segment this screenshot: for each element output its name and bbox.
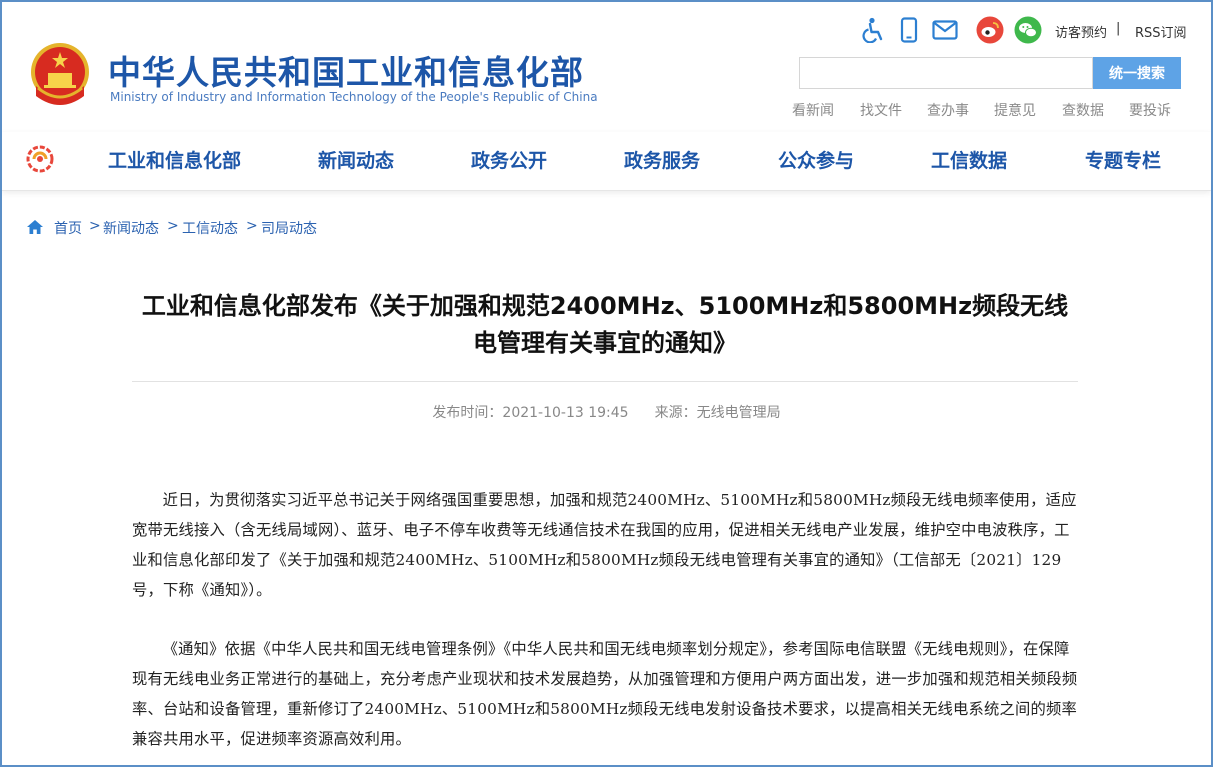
quick-link-data[interactable]: 查数据 <box>1062 100 1104 120</box>
nav-logo-icon[interactable] <box>24 142 56 174</box>
accessibility-icon[interactable] <box>859 16 887 44</box>
nav-item-news[interactable]: 新闻动态 <box>318 146 394 173</box>
nav-item-ministry[interactable]: 工业和信息化部 <box>108 146 241 173</box>
wechat-icon[interactable] <box>1014 16 1042 44</box>
browser-viewport: 中华人民共和国工业和信息化部 Ministry of Industry and … <box>0 0 1213 767</box>
national-emblem-logo[interactable] <box>26 40 94 108</box>
article-meta: 发布时间：2021-10-13 19:45 来源：无线电管理局 <box>2 402 1211 422</box>
nav-item-special-topics[interactable]: 专题专栏 <box>1085 146 1161 173</box>
breadcrumb-mi-news[interactable]: 工信动态 <box>182 218 238 238</box>
breadcrumb-separator: > <box>89 218 101 234</box>
site-subtitle: Ministry of Industry and Information Tec… <box>110 90 598 104</box>
quick-link-feedback[interactable]: 提意见 <box>994 100 1036 120</box>
breadcrumb-news[interactable]: 新闻动态 <box>103 218 159 238</box>
mobile-icon[interactable] <box>895 16 923 44</box>
quick-links: 看新闻 找文件 查办事 提意见 查数据 要投诉 <box>792 100 1192 120</box>
article-paragraph: 近日，为贯彻落实习近平总书记关于网络强国重要思想，加强和规范2400MHz、51… <box>132 491 1077 599</box>
main-nav: 工业和信息化部 新闻动态 政务公开 政务服务 公众参与 工信数据 专题专栏 <box>2 132 1211 191</box>
weibo-icon[interactable] <box>976 16 1004 44</box>
breadcrumb-separator: > <box>246 218 258 234</box>
quick-link-news[interactable]: 看新闻 <box>792 100 834 120</box>
mail-icon[interactable] <box>931 16 959 44</box>
quick-link-services[interactable]: 查办事 <box>927 100 969 120</box>
article-title-line-1: 工业和信息化部发布《关于加强和规范2400MHz、5100MHz和5800MHz… <box>141 292 1069 320</box>
article-source: 来源：无线电管理局 <box>654 405 781 421</box>
nav-item-public-participation[interactable]: 公众参与 <box>778 146 854 173</box>
home-icon[interactable] <box>26 219 44 235</box>
search-button[interactable]: 统一搜索 <box>1093 57 1181 89</box>
title-divider <box>132 381 1078 382</box>
article-paragraph: 《通知》依据《中华人民共和国无线电管理条例》《中华人民共和国无线电频率划分规定》… <box>132 640 1078 748</box>
visitor-booking-link[interactable]: 访客预约 <box>1055 22 1107 41</box>
breadcrumb-separator: > <box>167 218 179 234</box>
tool-separator: | <box>1116 21 1121 36</box>
breadcrumb-department-news[interactable]: 司局动态 <box>261 218 317 238</box>
article-title: 工业和信息化部发布《关于加强和规范2400MHz、5100MHz和5800MHz… <box>130 288 1080 362</box>
quick-link-files[interactable]: 找文件 <box>860 100 902 120</box>
article-title-line-2: 电管理有关事宜的通知》 <box>473 329 737 357</box>
publish-time: 发布时间：2021-10-13 19:45 <box>432 405 629 421</box>
breadcrumb-home[interactable]: 首页 <box>54 218 82 238</box>
quick-link-complaint[interactable]: 要投诉 <box>1129 100 1171 120</box>
site-title[interactable]: 中华人民共和国工业和信息化部 <box>108 46 584 94</box>
site-header: 中华人民共和国工业和信息化部 Ministry of Industry and … <box>2 2 1211 132</box>
rss-link[interactable]: RSS订阅 <box>1135 22 1187 41</box>
nav-item-data[interactable]: 工信数据 <box>931 146 1007 173</box>
nav-item-government-affairs[interactable]: 政务公开 <box>471 146 547 173</box>
nav-item-government-services[interactable]: 政务服务 <box>624 146 700 173</box>
search-input[interactable] <box>799 57 1093 89</box>
